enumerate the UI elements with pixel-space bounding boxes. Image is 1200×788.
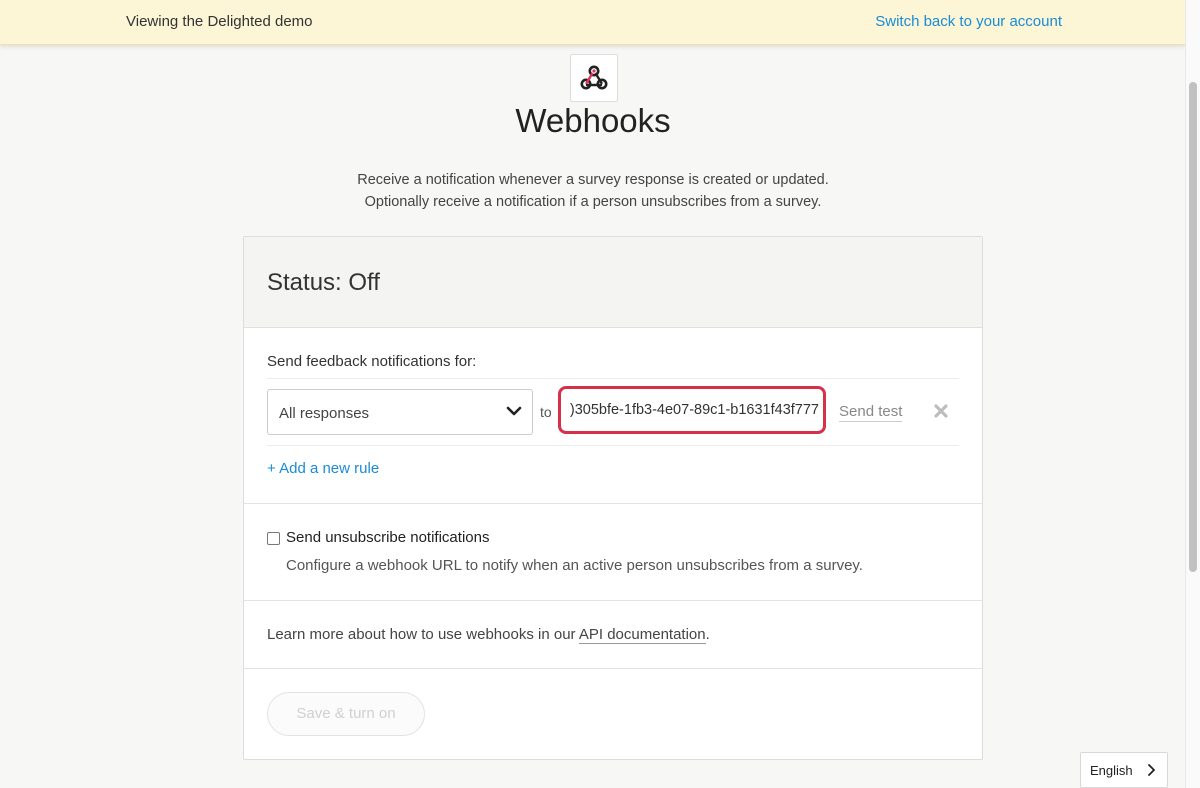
learn-more-suffix: .: [705, 626, 710, 643]
api-documentation-link[interactable]: API documentation: [578, 626, 706, 644]
response-filter-value: All responses: [279, 405, 370, 422]
scrollbar-thumb[interactable]: [1189, 82, 1197, 572]
demo-banner-text: Viewing the Delighted demo: [126, 13, 313, 30]
webhook-url-field[interactable]: [558, 386, 826, 434]
chevron-down-icon: [506, 406, 522, 416]
response-filter-select[interactable]: All responses: [267, 389, 533, 435]
rule-divider-bottom: [267, 445, 959, 446]
close-x-icon[interactable]: [934, 404, 948, 418]
webhook-settings-card: Status: Off Send feedback notifications …: [243, 236, 983, 760]
status-title: Status: Off: [267, 269, 380, 296]
page-description-line1: Receive a notification whenever a survey…: [357, 172, 829, 188]
language-value: English: [1090, 763, 1133, 778]
unsubscribe-label[interactable]: Send unsubscribe notifications: [286, 529, 489, 546]
unsubscribe-description: Configure a webhook URL to notify when a…: [286, 557, 863, 574]
webhook-logo: [570, 54, 618, 102]
add-rule-link[interactable]: + Add a new rule: [267, 460, 379, 477]
section-divider: [244, 600, 982, 601]
webhook-icon: [580, 65, 608, 90]
section-divider: [244, 503, 982, 504]
rule-divider-top: [267, 378, 959, 379]
learn-more-text: Learn more about how to use webhooks in …: [267, 626, 710, 644]
switch-account-link[interactable]: Switch back to your account: [875, 13, 1062, 30]
section-divider: [244, 668, 982, 669]
chevron-right-icon: [1148, 764, 1155, 776]
to-label: to: [540, 404, 552, 420]
language-selector[interactable]: English: [1080, 752, 1168, 788]
send-test-link[interactable]: Send test: [839, 403, 903, 422]
unsubscribe-checkbox[interactable]: [267, 532, 280, 545]
save-and-turn-on-button[interactable]: Save & turn on: [267, 692, 425, 736]
webhook-url-input[interactable]: [565, 395, 819, 425]
page-scrollbar[interactable]: [1185, 0, 1200, 788]
learn-more-prefix: Learn more about how to use webhooks in …: [267, 626, 579, 643]
page-description-line2: Optionally receive a notification if a p…: [364, 194, 822, 210]
status-header: Status: Off: [244, 237, 982, 328]
page-title: Webhooks: [515, 102, 671, 139]
feedback-section-label: Send feedback notifications for:: [267, 353, 477, 370]
demo-banner: Viewing the Delighted demo Switch back t…: [0, 0, 1186, 45]
